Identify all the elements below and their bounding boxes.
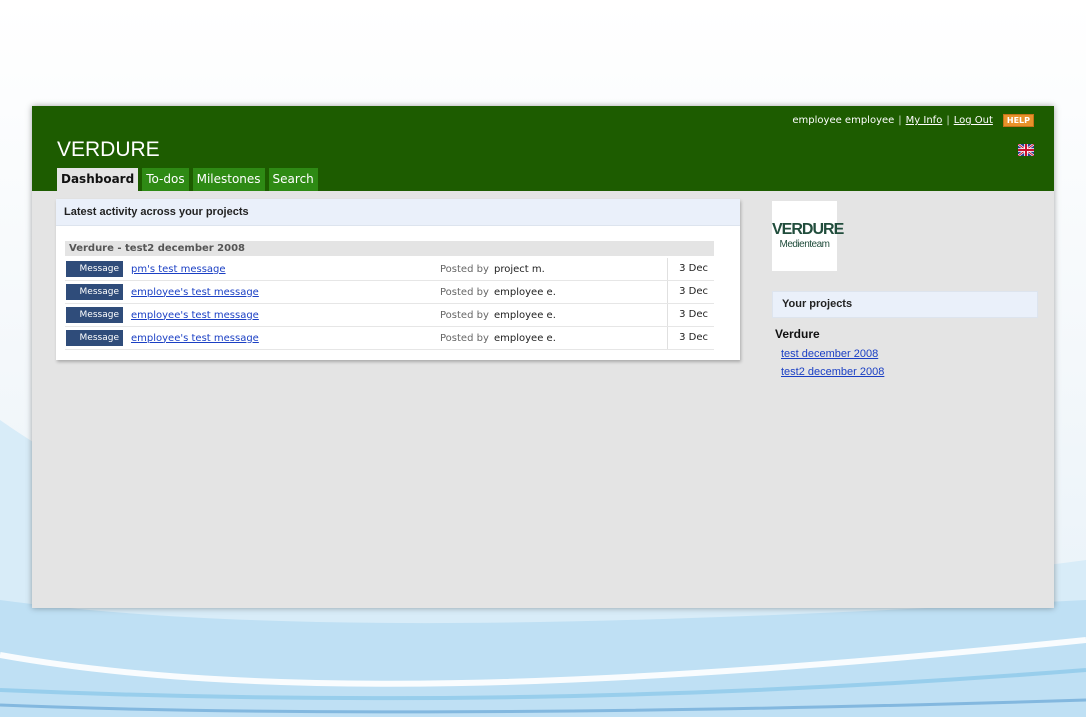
tab-search[interactable]: Search xyxy=(268,168,318,191)
author-name: employee e. xyxy=(494,286,556,298)
posted-by-label: Posted by xyxy=(440,332,489,344)
app-title: VERDURE xyxy=(57,138,160,161)
separator: | xyxy=(898,115,902,126)
tab-todos[interactable]: To-dos xyxy=(142,168,189,191)
client-name: Verdure xyxy=(775,327,820,341)
author-name: employee e. xyxy=(494,309,556,321)
activity-date: 3 Dec xyxy=(667,327,714,349)
app-window: employee employee | My Info | Log Out HE… xyxy=(32,106,1054,608)
user-name: employee employee xyxy=(792,115,895,126)
activity-row: Message pm's test message Posted by proj… xyxy=(65,258,714,281)
user-bar: employee employee | My Info | Log Out HE… xyxy=(792,114,1034,127)
message-type-badge: Message xyxy=(66,284,123,300)
project-group-title: Verdure - test2 december 2008 xyxy=(65,241,714,256)
project-link[interactable]: test december 2008 xyxy=(781,345,884,363)
posted-by-label: Posted by xyxy=(440,263,489,275)
activity-row: Message employee's test message Posted b… xyxy=(65,327,714,350)
author-name: employee e. xyxy=(494,332,556,344)
separator: | xyxy=(946,115,950,126)
message-type-badge: Message xyxy=(66,330,123,346)
log-out-link[interactable]: Log Out xyxy=(954,115,993,126)
help-button[interactable]: HELP xyxy=(1002,114,1034,127)
logo-subtitle: Medienteam xyxy=(779,239,830,250)
tab-dashboard[interactable]: Dashboard xyxy=(57,168,139,191)
your-projects-title: Your projects xyxy=(772,291,1038,318)
project-link[interactable]: test2 december 2008 xyxy=(781,363,884,381)
activity-date: 3 Dec xyxy=(667,258,714,280)
message-type-badge: Message xyxy=(66,307,123,323)
company-logo: VERDURE Medienteam xyxy=(772,201,844,271)
activity-row: Message employee's test message Posted b… xyxy=(65,304,714,327)
posted-by-label: Posted by xyxy=(440,309,489,321)
tab-milestones[interactable]: Milestones xyxy=(192,168,265,191)
activity-date: 3 Dec xyxy=(667,304,714,326)
activity-row: Message employee's test message Posted b… xyxy=(65,281,714,304)
project-list: test december 2008 test2 december 2008 xyxy=(781,345,884,381)
my-info-link[interactable]: My Info xyxy=(906,115,943,126)
uk-flag-icon[interactable] xyxy=(1018,144,1034,156)
activity-date: 3 Dec xyxy=(667,281,714,303)
message-link[interactable]: pm's test message xyxy=(131,264,431,275)
message-link[interactable]: employee's test message xyxy=(131,310,431,321)
activity-panel: Latest activity across your projects Ver… xyxy=(56,199,740,360)
main-nav: Dashboard To-dos Milestones Search xyxy=(57,168,318,191)
activity-list: Message pm's test message Posted by proj… xyxy=(65,258,714,350)
posted-by-label: Posted by xyxy=(440,286,489,298)
logo-title: VERDURE xyxy=(772,221,844,238)
activity-title: Latest activity across your projects xyxy=(56,199,740,226)
author-name: project m. xyxy=(494,263,545,275)
header-bar: employee employee | My Info | Log Out HE… xyxy=(32,106,1054,191)
message-type-badge: Message xyxy=(66,261,123,277)
message-link[interactable]: employee's test message xyxy=(131,287,431,298)
message-link[interactable]: employee's test message xyxy=(131,333,431,344)
